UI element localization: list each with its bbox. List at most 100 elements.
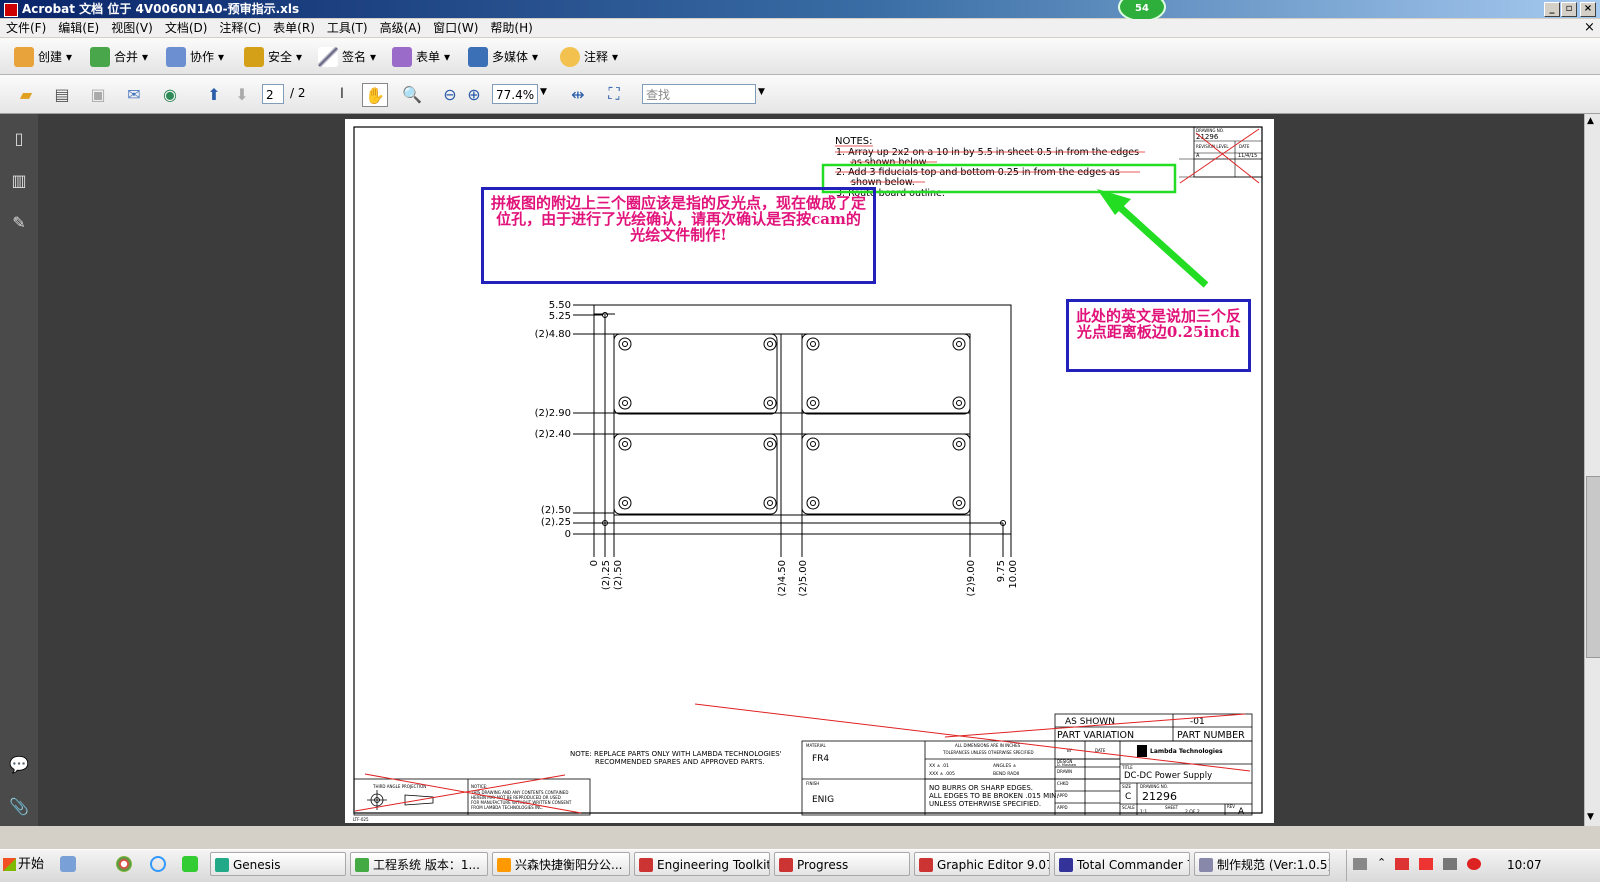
zoom-dropdown-chevron-icon[interactable]: ▼ — [540, 87, 547, 97]
start-button[interactable]: 开始 — [0, 852, 48, 878]
next-page-icon[interactable]: ⬇ — [230, 83, 254, 105]
app-icon[interactable] — [182, 856, 198, 872]
zoom-in-icon[interactable]: ⊕ — [462, 83, 486, 105]
page-number-input[interactable]: 2 — [262, 84, 284, 104]
menu-advanced[interactable]: 高级(A) — [374, 19, 428, 37]
quicklaunch-icon[interactable] — [60, 856, 76, 872]
comments-icon[interactable]: 💬 — [8, 754, 30, 776]
fit-page-icon[interactable]: ⛶ — [602, 83, 626, 105]
zoom-out-icon[interactable]: ⊖ — [438, 83, 462, 105]
zoom-level-input[interactable]: 77.4% — [492, 84, 538, 104]
menu-forms[interactable]: 表单(R) — [267, 19, 321, 37]
sign-button[interactable]: 签名 ▾ — [318, 46, 376, 68]
comment-icon — [560, 47, 580, 67]
menu-window[interactable]: 窗口(W) — [427, 19, 484, 37]
web-icon[interactable]: ◉ — [158, 83, 182, 105]
tb-appd-2: APPD — [1057, 805, 1068, 810]
task-label: 制作规范 (Ver:1.0.5) — [1217, 858, 1330, 872]
tray-expand-icon[interactable]: ⌃ — [1377, 856, 1386, 869]
taskbar: 开始 Genesis 工程系统 版本：1... 兴森快捷衡阳分公... Engi… — [0, 849, 1600, 882]
restore-button[interactable]: ▫ — [1561, 2, 1577, 17]
print-icon[interactable]: ▤ — [50, 83, 74, 105]
lock-icon — [244, 47, 264, 67]
pen-icon — [318, 47, 338, 67]
tb-sheet-label: SHEET — [1165, 805, 1179, 810]
multimedia-button[interactable]: 多媒体 ▾ — [468, 46, 538, 68]
close-button[interactable]: × — [1580, 2, 1596, 17]
create-button[interactable]: 创建 ▾ — [14, 46, 72, 68]
bookmarks-icon[interactable]: ▥ — [8, 170, 30, 192]
dimension-label: (2).50 — [541, 505, 571, 516]
menu-help[interactable]: 帮助(H) — [484, 19, 538, 37]
forms-button[interactable]: 表单 ▾ — [392, 46, 450, 68]
minimize-button[interactable]: _ — [1544, 2, 1560, 17]
tb-title-label: TITLE — [1121, 765, 1133, 770]
task-graphic-editor[interactable]: Graphic Editor 9.07b... — [914, 852, 1050, 876]
tb-angles: ANGLES ± — [993, 763, 1017, 769]
secure-button[interactable]: 安全 ▾ — [244, 46, 302, 68]
toolkit-icon — [639, 858, 653, 872]
tb-bend-radii: BEND RADII — [993, 771, 1019, 777]
task-xingsen[interactable]: 兴森快捷衡阳分公... — [492, 852, 630, 876]
film-icon — [468, 47, 488, 67]
menu-tools[interactable]: 工具(T) — [321, 19, 374, 37]
dimension-label: (2)5.00 — [798, 560, 809, 596]
ie-icon[interactable] — [150, 856, 166, 872]
tb-designer: D. Mashaw — [1057, 763, 1076, 767]
attachments-icon[interactable]: 📎 — [8, 796, 30, 818]
task-production-spec[interactable]: 制作规范 (Ver:1.0.5) — [1194, 852, 1330, 876]
pages-icon[interactable]: ▯ — [8, 128, 30, 150]
combine-button[interactable]: 合并 ▾ — [90, 46, 148, 68]
task-engineering-toolkit[interactable]: Engineering Toolkit 9... — [634, 852, 770, 876]
acrobat-icon — [4, 3, 18, 17]
scroll-up-icon[interactable]: ▲ — [1587, 116, 1594, 126]
y-dimension-labels: 5.50 5.25 (2)4.80 (2)2.90 (2)2.40 (2).50… — [535, 300, 571, 540]
task-total-commander[interactable]: Total Commander 7.... — [1054, 852, 1190, 876]
tray-app-icon[interactable] — [1395, 858, 1409, 870]
tb-rev: A — [1238, 807, 1245, 817]
comment-button[interactable]: 注释 ▾ — [560, 46, 618, 68]
task-genesis[interactable]: Genesis — [210, 852, 346, 876]
fit-width-icon[interactable]: ⇹ — [566, 83, 590, 105]
hand-tool-icon[interactable]: ✋ — [362, 83, 388, 107]
tb-third-angle: THIRD ANGLE PROJECTION — [372, 784, 426, 789]
chrome-icon[interactable] — [116, 856, 132, 872]
menu-comments[interactable]: 注释(C) — [213, 19, 267, 37]
signatures-icon[interactable]: ✎ — [8, 212, 30, 234]
zoom-tool-icon[interactable]: 🔍 — [400, 83, 424, 105]
save-icon[interactable]: ▣ — [86, 83, 110, 105]
select-text-icon[interactable]: I — [330, 83, 354, 105]
annotation-box-right[interactable]: 此处的英文是说加三个反光点距离板边0.25inch — [1066, 299, 1251, 372]
tb-part-number: PART NUMBER — [1177, 730, 1245, 741]
tb-form-no: LTF-025 — [353, 817, 369, 822]
task-progress[interactable]: Progress — [774, 852, 910, 876]
keyboard-icon[interactable] — [1353, 858, 1367, 870]
tray-app-icon[interactable] — [1419, 858, 1433, 870]
combine-label: 合并 — [114, 50, 139, 64]
scrollbar-thumb[interactable] — [1586, 476, 1600, 658]
previous-page-icon[interactable]: ⬆ — [202, 83, 226, 105]
tb-burrs-line-1: NO BURRS OR SHARP EDGES. — [929, 784, 1033, 792]
open-folder-icon[interactable]: ▰ — [14, 83, 38, 105]
search-dropdown-chevron-icon[interactable]: ▼ — [758, 87, 765, 97]
search-input[interactable]: 查找 — [642, 84, 756, 104]
graphic-editor-icon — [919, 858, 933, 872]
document-close-button[interactable]: × — [1584, 19, 1595, 37]
email-icon[interactable]: ✉ — [122, 83, 146, 105]
menu-edit[interactable]: 编辑(E) — [52, 19, 105, 37]
menu-file[interactable]: 文件(F) — [0, 19, 52, 37]
task-engineering-system[interactable]: 工程系统 版本：1... — [350, 852, 488, 876]
tray-app-icon[interactable] — [1443, 858, 1457, 870]
notes-title: NOTES: — [835, 136, 873, 147]
tray-app-icon[interactable] — [1467, 858, 1481, 870]
panel-drawing — [573, 304, 1012, 557]
vertical-scrollbar[interactable]: ▲ ▼ — [1584, 114, 1600, 826]
menu-view[interactable]: 视图(V) — [105, 19, 159, 37]
annotation-box-left[interactable]: 拼板图的附边上三个圈应该是指的反光点，现在做成了定位孔，由于进行了光绘确认，请再… — [481, 187, 876, 284]
menu-document[interactable]: 文档(D) — [159, 19, 214, 37]
clock[interactable]: 10:07 — [1507, 858, 1542, 872]
document-icon — [1199, 858, 1213, 872]
scroll-down-icon[interactable]: ▼ — [1587, 812, 1594, 822]
tb-size: C — [1125, 792, 1131, 802]
collaborate-button[interactable]: 协作 ▾ — [166, 46, 224, 68]
